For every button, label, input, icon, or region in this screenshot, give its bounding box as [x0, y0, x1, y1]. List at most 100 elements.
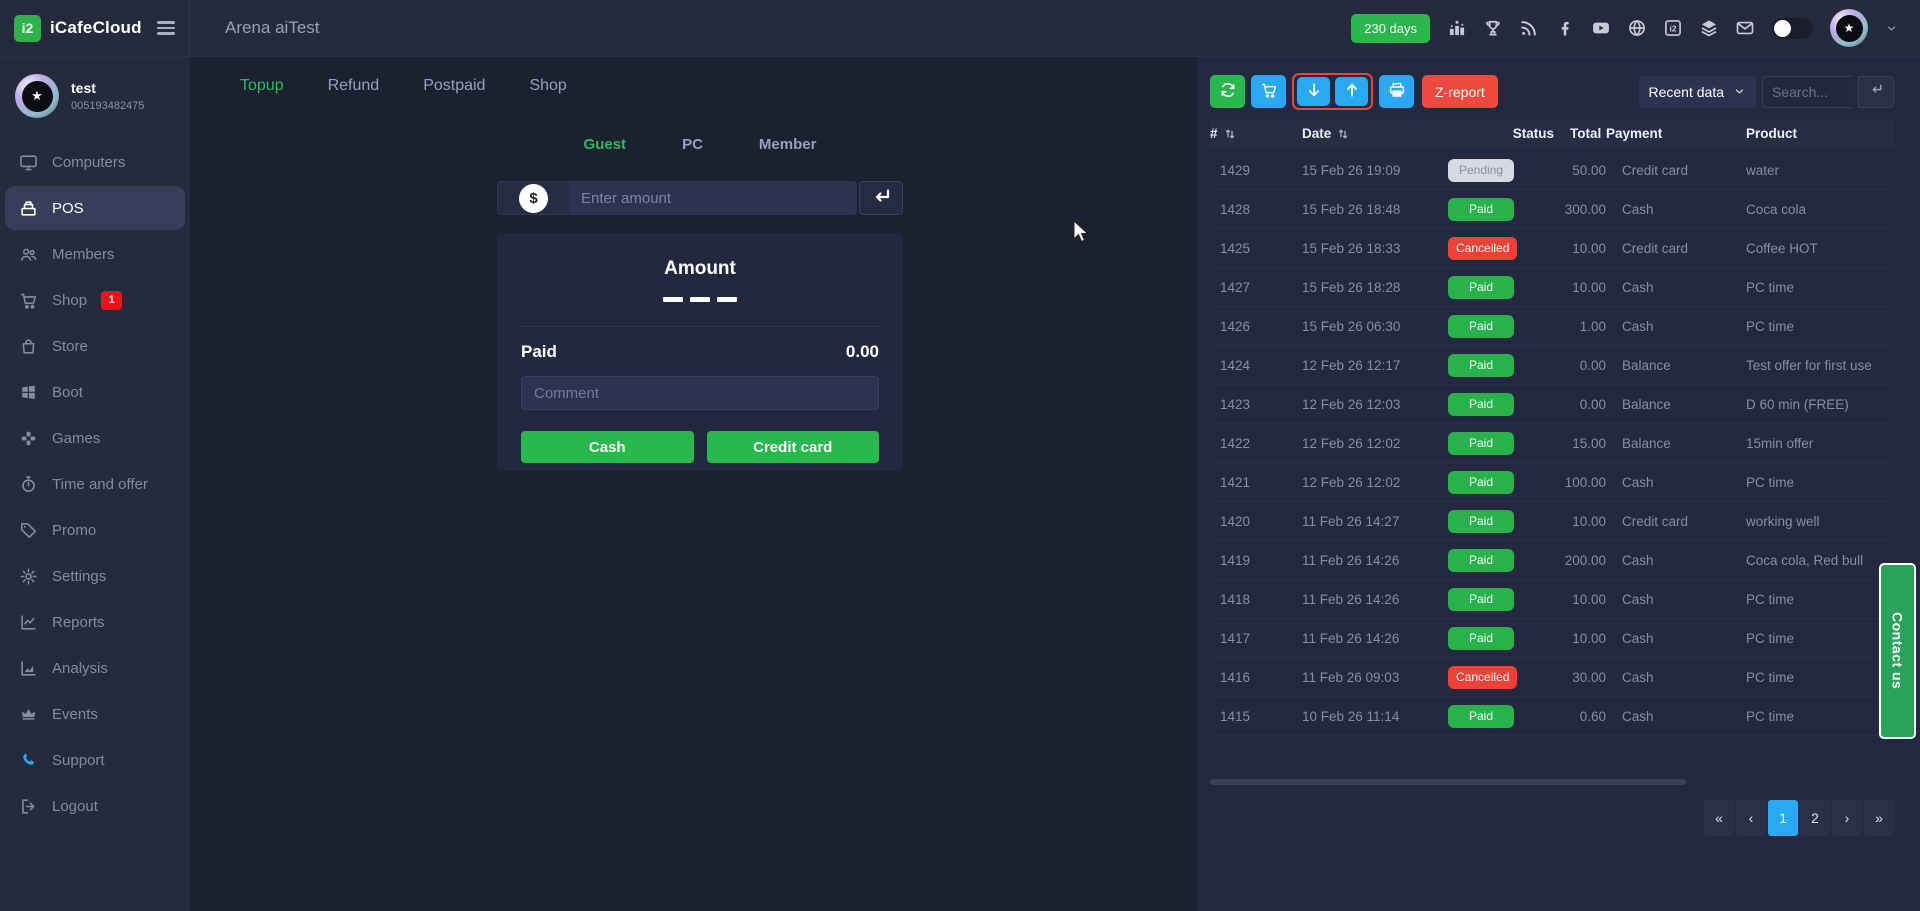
horizontal-scrollbar[interactable] — [1210, 779, 1686, 785]
mail-icon[interactable] — [1735, 18, 1755, 38]
subtab-pc[interactable]: PC — [682, 136, 703, 153]
amount-enter-button[interactable] — [859, 181, 903, 215]
sidebar-item-time-and-offer[interactable]: Time and offer — [5, 462, 185, 506]
status-badge: Paid — [1448, 627, 1514, 650]
sidebar-avatar[interactable]: ★ — [15, 74, 59, 118]
transaction-row[interactable]: 1421 12 Feb 26 12:02 Paid 100.00 Cash PC… — [1210, 463, 1894, 502]
layers-icon[interactable] — [1699, 18, 1719, 38]
cell-total: 10.00 — [1554, 631, 1606, 646]
youtube-icon[interactable] — [1591, 18, 1611, 38]
subtab-member[interactable]: Member — [759, 136, 817, 153]
transaction-row[interactable]: 1416 11 Feb 26 09:03 Cancelled 30.00 Cas… — [1210, 658, 1894, 697]
search-enter-button[interactable] — [1858, 76, 1894, 108]
theme-toggle[interactable] — [1772, 18, 1813, 39]
cart-button[interactable] — [1251, 75, 1286, 108]
cell-number: 1423 — [1210, 397, 1302, 412]
amount-input[interactable] — [569, 181, 857, 215]
pagination-button[interactable]: 1 — [1768, 800, 1798, 836]
pagination-button[interactable]: « — [1704, 800, 1734, 836]
globe-icon[interactable] — [1627, 18, 1647, 38]
transaction-row[interactable]: 1417 11 Feb 26 14:26 Paid 10.00 Cash PC … — [1210, 619, 1894, 658]
sidebar-item-games[interactable]: Games — [5, 416, 185, 460]
comment-input[interactable] — [521, 376, 879, 410]
pagination-button[interactable]: › — [1832, 800, 1862, 836]
recent-data-select[interactable]: Recent data — [1639, 76, 1757, 108]
sidebar-item-boot[interactable]: Boot — [5, 370, 185, 414]
svg-text:i2: i2 — [1670, 23, 1677, 33]
cell-payment: Credit card — [1606, 514, 1746, 529]
tab-postpaid[interactable]: Postpaid — [423, 77, 485, 95]
pagination-button[interactable]: 2 — [1800, 800, 1830, 836]
ranking-icon[interactable] — [1447, 18, 1467, 38]
sidebar-item-members[interactable]: Members — [5, 232, 185, 276]
transaction-row[interactable]: 1420 11 Feb 26 14:27 Paid 10.00 Credit c… — [1210, 502, 1894, 541]
sidebar-item-reports[interactable]: Reports — [5, 600, 185, 644]
print-button[interactable] — [1379, 75, 1414, 108]
transaction-row[interactable]: 1428 15 Feb 26 18:48 Paid 300.00 Cash Co… — [1210, 190, 1894, 229]
table-header: # Date Status Total — [1210, 120, 1894, 147]
cell-date: 11 Feb 26 14:27 — [1302, 514, 1448, 529]
status-badge: Cancelled — [1448, 237, 1517, 260]
transaction-row[interactable]: 1423 12 Feb 26 12:03 Paid 0.00 Balance D… — [1210, 385, 1894, 424]
money-in-button[interactable] — [1297, 77, 1330, 106]
cell-date: 10 Feb 26 11:14 — [1302, 709, 1448, 724]
arrow-up-icon — [1343, 81, 1361, 102]
sort-icon[interactable] — [1224, 128, 1236, 140]
cell-total: 10.00 — [1554, 241, 1606, 256]
transaction-row[interactable]: 1415 10 Feb 26 11:14 Paid 0.60 Cash PC t… — [1210, 697, 1894, 736]
contact-us-button[interactable]: Contact us — [1879, 563, 1916, 739]
icafecloud-icon[interactable]: i2 — [1663, 18, 1683, 38]
refresh-button[interactable] — [1210, 75, 1245, 108]
transaction-row[interactable]: 1427 15 Feb 26 18:28 Paid 10.00 Cash PC … — [1210, 268, 1894, 307]
menu-icon[interactable] — [157, 21, 175, 35]
sidebar-item-computers[interactable]: Computers — [5, 140, 185, 184]
z-report-button[interactable]: Z-report — [1422, 75, 1498, 108]
tab-topup[interactable]: Topup — [240, 77, 284, 95]
license-days-badge[interactable]: 230 days — [1351, 14, 1430, 43]
transaction-row[interactable]: 1418 11 Feb 26 14:26 Paid 10.00 Cash PC … — [1210, 580, 1894, 619]
status-badge: Paid — [1448, 354, 1514, 377]
sidebar-item-settings[interactable]: Settings — [5, 554, 185, 598]
transaction-row[interactable]: 1419 11 Feb 26 14:26 Paid 200.00 Cash Co… — [1210, 541, 1894, 580]
rss-icon[interactable] — [1519, 18, 1539, 38]
sidebar-item-logout[interactable]: Logout — [5, 784, 185, 828]
computers-icon — [19, 153, 38, 172]
tab-shop[interactable]: Shop — [529, 77, 566, 95]
facebook-icon[interactable] — [1555, 18, 1575, 38]
sidebar-item-events[interactable]: Events — [5, 692, 185, 736]
store-icon — [19, 337, 38, 356]
search-input[interactable] — [1762, 76, 1852, 108]
sidebar-item-promo[interactable]: Promo — [5, 508, 185, 552]
toggle-knob — [1774, 20, 1791, 37]
sidebar-nav: Computers POS Members Shop — [0, 140, 190, 828]
transaction-row[interactable]: 1429 15 Feb 26 19:09 Pending 50.00 Credi… — [1210, 151, 1894, 190]
user-avatar[interactable]: ★ — [1830, 9, 1868, 47]
sidebar-item-pos[interactable]: POS — [5, 186, 185, 230]
pagination-button[interactable]: ‹ — [1736, 800, 1766, 836]
transaction-row[interactable]: 1422 12 Feb 26 12:02 Paid 15.00 Balance … — [1210, 424, 1894, 463]
cell-date: 12 Feb 26 12:17 — [1302, 358, 1448, 373]
sidebar-item-store[interactable]: Store — [5, 324, 185, 368]
sidebar-item-analysis[interactable]: Analysis — [5, 646, 185, 690]
sidebar-item-label: Events — [52, 706, 98, 723]
cell-product: working well — [1746, 514, 1894, 529]
credit-card-button[interactable]: Credit card — [707, 431, 880, 463]
user-name: test — [71, 80, 144, 96]
sidebar: ★ test 005193482475 Computers POS — [0, 57, 190, 911]
sidebar-item-support[interactable]: Support — [5, 738, 185, 782]
trophy-icon[interactable] — [1483, 18, 1503, 38]
amount-empty-dashes — [521, 297, 879, 302]
transaction-row[interactable]: 1424 12 Feb 26 12:17 Paid 0.00 Balance T… — [1210, 346, 1894, 385]
transaction-row[interactable]: 1425 15 Feb 26 18:33 Cancelled 10.00 Cre… — [1210, 229, 1894, 268]
time-icon — [19, 475, 38, 494]
cash-button[interactable]: Cash — [521, 431, 694, 463]
subtab-guest[interactable]: Guest — [584, 136, 627, 153]
chevron-down-icon[interactable] — [1885, 22, 1898, 35]
status-badge: Paid — [1448, 510, 1514, 533]
money-out-button[interactable] — [1335, 77, 1368, 106]
tab-refund[interactable]: Refund — [328, 77, 380, 95]
sort-icon[interactable] — [1337, 128, 1349, 140]
transaction-row[interactable]: 1426 15 Feb 26 06:30 Paid 1.00 Cash PC t… — [1210, 307, 1894, 346]
sidebar-item-shop[interactable]: Shop 1 — [5, 278, 185, 322]
pagination-button[interactable]: » — [1864, 800, 1894, 836]
